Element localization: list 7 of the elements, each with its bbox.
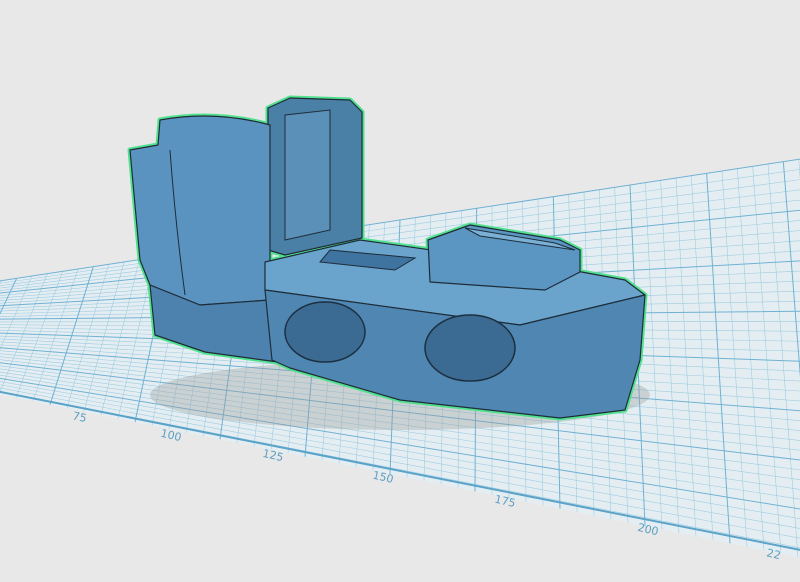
axis-label: 22 bbox=[765, 546, 782, 562]
axis-label: 200 bbox=[636, 520, 660, 538]
axis-label: 100 bbox=[159, 426, 183, 444]
axis-label: 175 bbox=[493, 492, 517, 510]
axis-label: 150 bbox=[371, 468, 395, 486]
axis-label: 125 bbox=[261, 446, 285, 464]
axis-label: 75 bbox=[71, 409, 88, 426]
